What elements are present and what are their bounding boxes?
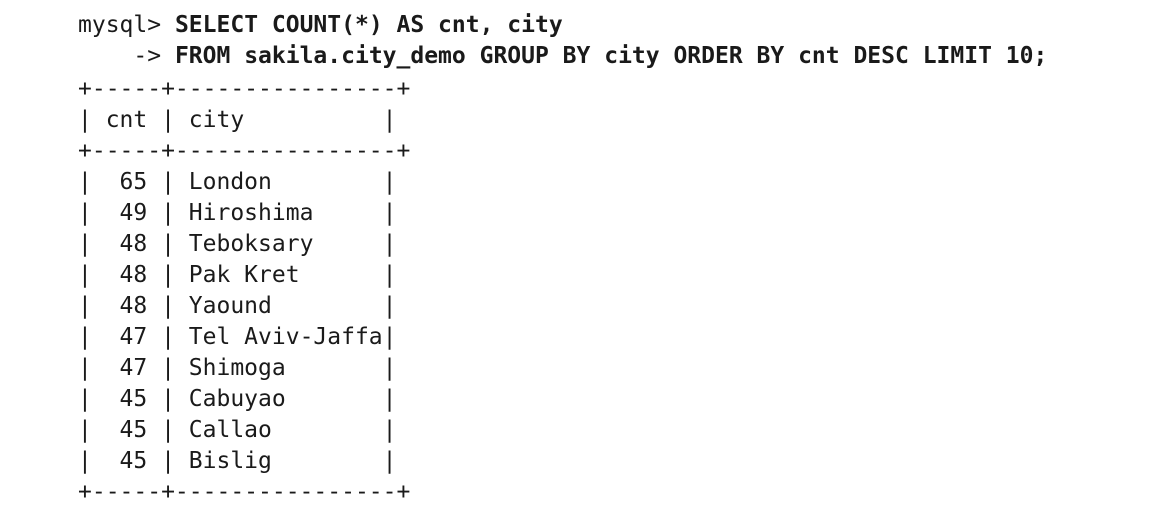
result-table: +-----+----------------+ | cnt | city | …	[78, 74, 1138, 508]
table-row: | 48 | Pak Kret |	[78, 260, 1138, 291]
cell-cnt: 45	[119, 417, 148, 443]
table-header-row: | cnt | city |	[78, 105, 1138, 136]
cell-city: Pak Kret	[188, 262, 300, 288]
table-border-bottom: +-----+----------------+	[78, 479, 411, 505]
cell-city: Hiroshima	[188, 200, 314, 226]
cell-cnt: 47	[119, 324, 148, 350]
cell-cnt: 45	[119, 386, 148, 412]
table-border-header: +-----+----------------+	[78, 138, 411, 164]
cell-city: Shimoga	[188, 355, 286, 381]
table-row: | 45 | Callao |	[78, 415, 1138, 446]
cell-cnt: 65	[119, 169, 148, 195]
table-body: | 65 | London | | 49 | Hiroshima | | 48 | …	[78, 167, 1138, 477]
cell-cnt: 49	[119, 200, 148, 226]
terminal-output: mysql> SELECT COUNT(*) AS cnt, city -> F…	[78, 10, 1138, 508]
cell-city: Cabuyao	[188, 386, 286, 412]
table-row: | 47 | Shimoga |	[78, 353, 1138, 384]
query-line-2: -> FROM sakila.city_demo GROUP BY city O…	[78, 41, 1138, 72]
table-row: | 48 | Yaound |	[78, 291, 1138, 322]
cell-cnt: 48	[119, 293, 148, 319]
cell-city: Bislig	[188, 448, 272, 474]
table-row: | 47 | Tel Aviv-Jaffa |	[78, 322, 1138, 353]
cell-city: Yaound	[188, 293, 272, 319]
table-row: | 48 | Teboksary |	[78, 229, 1138, 260]
cell-cnt: 48	[119, 231, 148, 257]
cell-city: Teboksary	[188, 231, 314, 257]
cell-city: Callao	[188, 417, 272, 443]
column-header-city: city	[188, 107, 245, 133]
table-border-top: +-----+----------------+	[78, 76, 411, 102]
table-row: | 45 | Cabuyao |	[78, 384, 1138, 415]
column-header-cnt: cnt	[105, 107, 148, 133]
sql-from-clause: FROM sakila.city_demo GROUP BY city ORDE…	[174, 43, 1048, 69]
cell-cnt: 47	[119, 355, 148, 381]
sql-select-clause: SELECT COUNT(*) AS cnt, city	[174, 12, 563, 38]
cell-cnt: 48	[119, 262, 148, 288]
table-row: | 65 | London |	[78, 167, 1138, 198]
continuation-prompt: ->	[133, 43, 162, 69]
mysql-prompt: mysql>	[78, 12, 162, 38]
query-line-1: mysql> SELECT COUNT(*) AS cnt, city	[78, 10, 1138, 41]
cell-city: London	[188, 169, 272, 195]
cell-cnt: 45	[119, 448, 148, 474]
cell-city: Tel Aviv-Jaffa	[188, 324, 383, 350]
table-row: | 45 | Bislig |	[78, 446, 1138, 477]
table-row: | 49 | Hiroshima |	[78, 198, 1138, 229]
